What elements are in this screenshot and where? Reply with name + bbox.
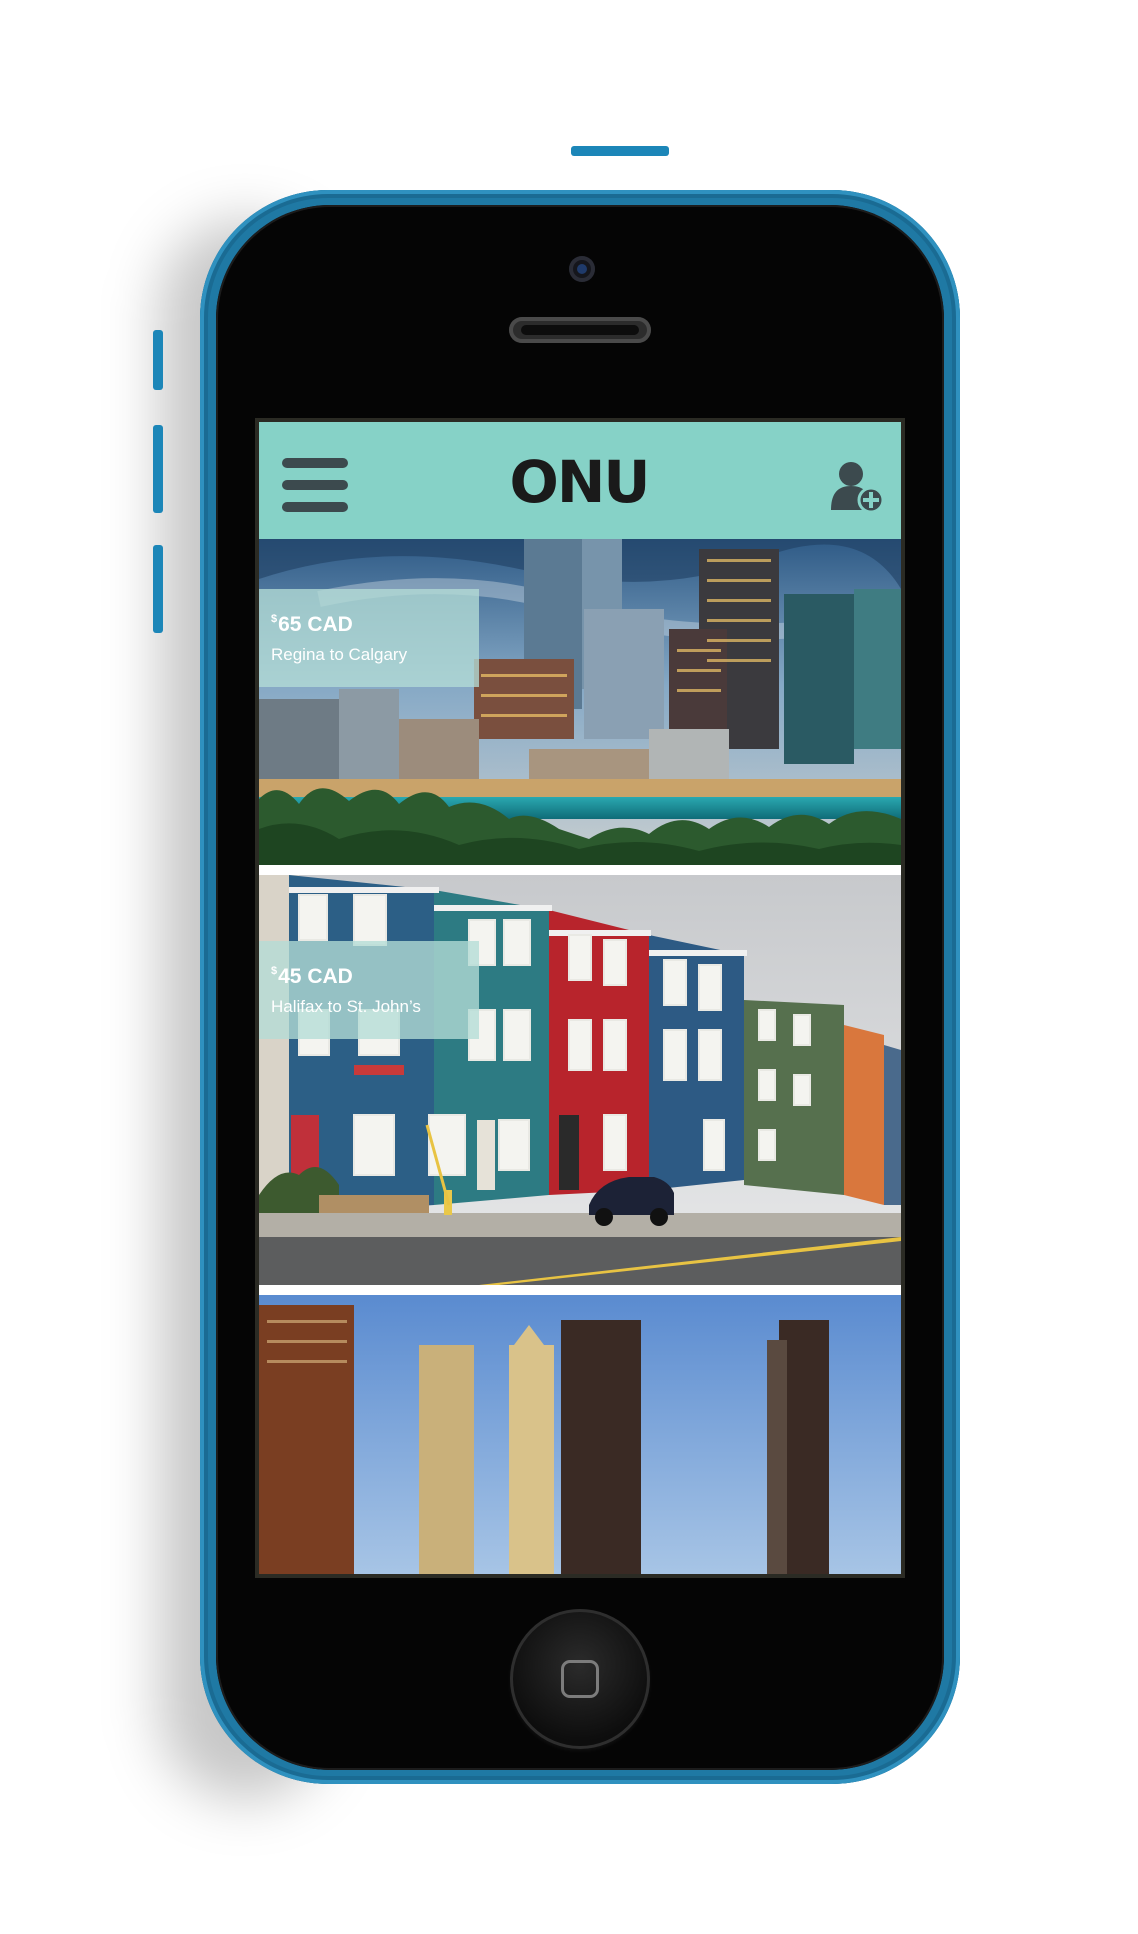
trip-card-skyline[interactable] — [259, 1295, 901, 1574]
trip-card-calgary[interactable]: $65 CAD Regina to Calgary — [259, 539, 901, 865]
st-johns-houses-image — [259, 875, 901, 1285]
mute-switch — [153, 330, 163, 390]
calgary-skyline-image — [259, 539, 901, 865]
city-skyline-image — [259, 1295, 901, 1574]
app-logo: ONU — [509, 448, 651, 516]
currency-symbol: $ — [271, 965, 278, 977]
route-label: Halifax to St. John’s — [271, 997, 421, 1016]
app-screen: ONU $65 CAD Regina to Calgary $45 CAD Ha… — [255, 418, 905, 1578]
currency-symbol: $ — [271, 613, 278, 625]
trip-card-st-johns[interactable]: $45 CAD Halifax to St. John’s — [259, 875, 901, 1285]
front-camera — [569, 256, 595, 282]
earpiece-speaker — [509, 317, 651, 343]
ringer-switch — [571, 146, 669, 156]
add-user-icon[interactable] — [829, 458, 887, 516]
price-tag: $65 CAD Regina to Calgary — [259, 589, 479, 687]
price-value: 65 CAD — [278, 613, 353, 636]
route-label: Regina to Calgary — [271, 645, 408, 664]
home-square-icon — [561, 1660, 599, 1698]
price-label: $45 CAD — [271, 965, 353, 989]
hamburger-menu-icon[interactable] — [282, 458, 348, 512]
volume-up-button — [153, 425, 163, 513]
price-label: $65 CAD — [271, 613, 353, 637]
home-button[interactable] — [510, 1609, 650, 1749]
volume-down-button — [153, 545, 163, 633]
price-tag: $45 CAD Halifax to St. John’s — [259, 941, 479, 1039]
app-header: ONU — [259, 422, 901, 539]
price-value: 45 CAD — [278, 965, 353, 988]
device-mockup: ONU $65 CAD Regina to Calgary $45 CAD Ha… — [0, 0, 1138, 1934]
